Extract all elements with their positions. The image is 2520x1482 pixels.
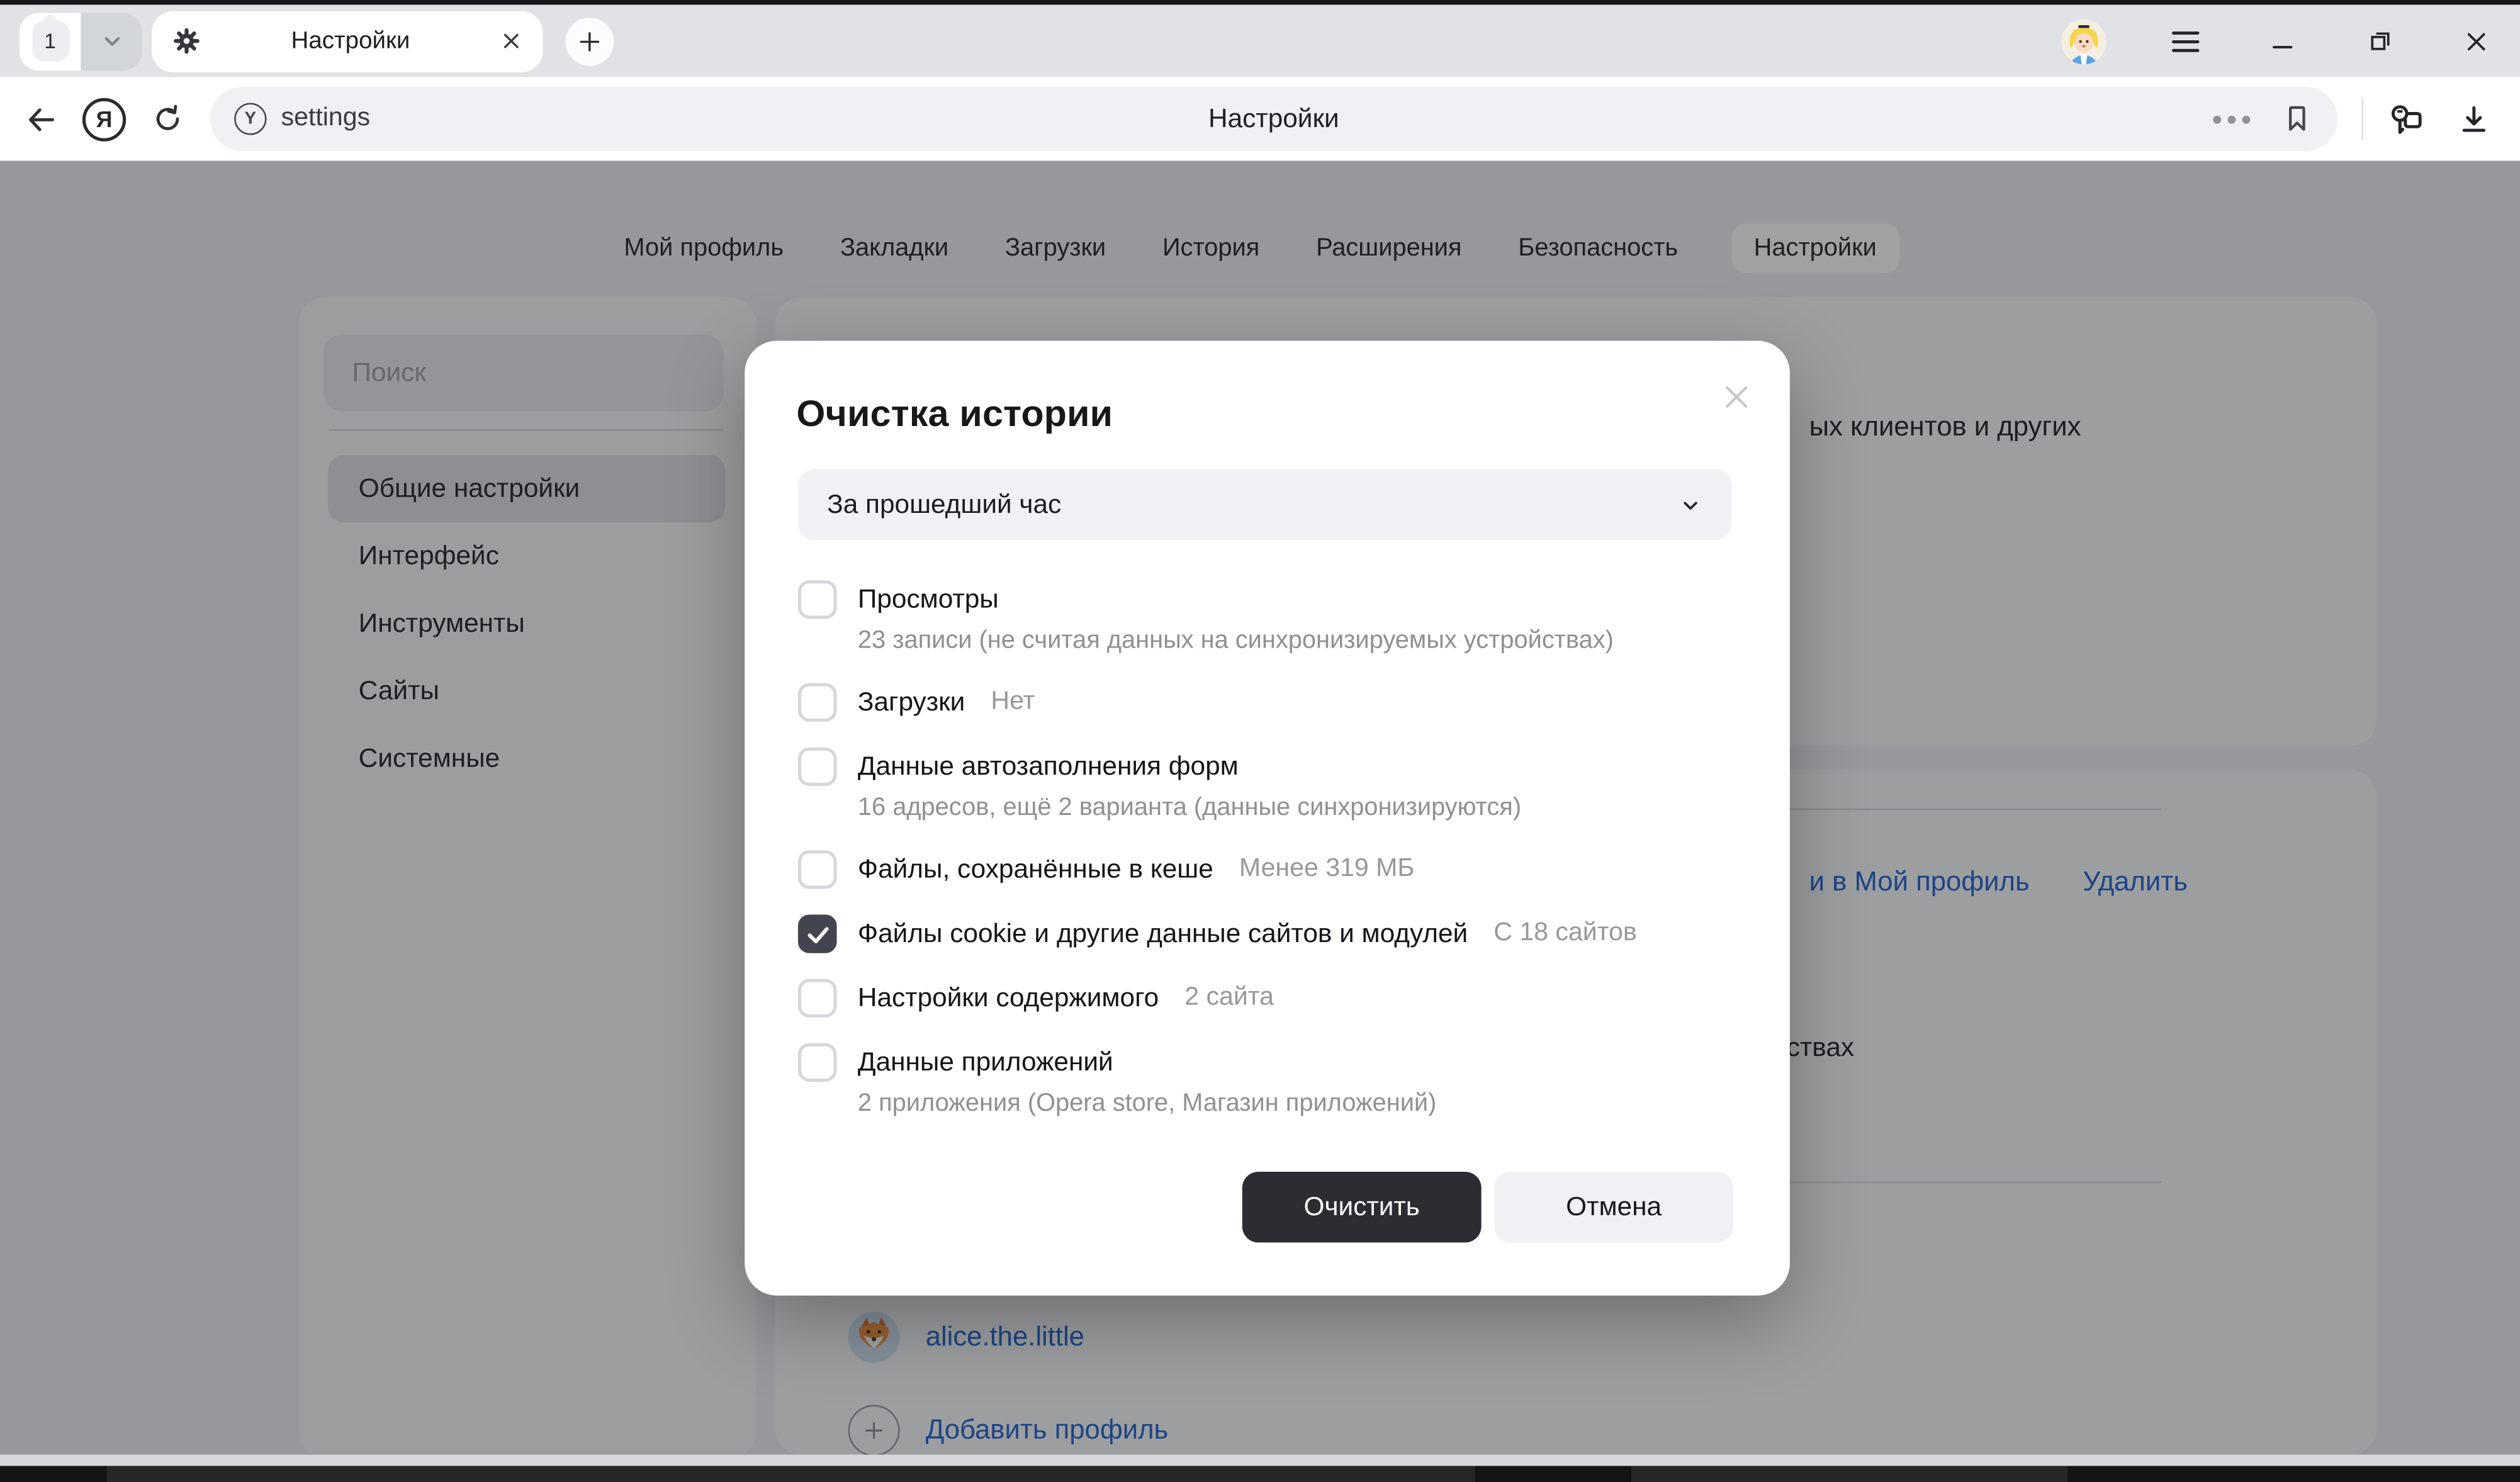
history-item-checkbox[interactable]	[798, 748, 837, 786]
history-item-checkbox[interactable]	[798, 683, 837, 722]
history-item-checkbox[interactable]	[798, 979, 837, 1018]
url-field[interactable]: Y settings Настройки	[210, 87, 2337, 151]
taskbar-sliver	[0, 1466, 2520, 1482]
history-item: Файлы, сохранённые в кеше Менее 319 МБ	[798, 850, 1732, 889]
tab-count: 1	[44, 29, 56, 53]
check-icon	[804, 920, 831, 947]
settings-favicon-icon: Y	[234, 103, 266, 135]
history-item-checkbox[interactable]	[798, 914, 837, 953]
refresh-button[interactable]	[150, 101, 186, 137]
window-bottom-edge	[0, 1455, 2520, 1466]
clear-history-modal: Очистка истории За прошедший час Просмо	[745, 340, 1790, 1295]
cancel-button[interactable]: Отмена	[1494, 1172, 1733, 1242]
tab-title: Настройки	[200, 27, 500, 54]
modal-title: Очистка истории	[796, 392, 1113, 435]
history-item: Файлы cookie и другие данные сайтов и мо…	[798, 914, 1732, 953]
history-item-checkbox[interactable]	[798, 580, 837, 619]
close-icon	[1721, 381, 1753, 413]
history-item-checkbox[interactable]	[798, 850, 837, 889]
url-text[interactable]: settings	[281, 104, 371, 133]
settings-page: Мой профиль Закладки Загрузки История Ра…	[0, 160, 2520, 1454]
history-item-label: Загрузки	[858, 687, 965, 718]
history-item-label: Данные приложений	[858, 1047, 1113, 1078]
history-item-subtext: 23 записи (не считая данных на синхрониз…	[858, 624, 1732, 658]
tab-list-dropdown-button[interactable]	[81, 12, 142, 70]
window-minimize-button[interactable]	[2264, 23, 2300, 59]
window-close-button[interactable]	[2458, 23, 2494, 59]
tab-close-icon[interactable]	[501, 31, 522, 52]
tab-counter-button[interactable]: 1	[20, 12, 81, 70]
history-item-label: Файлы cookie и другие данные сайтов и мо…	[858, 919, 1468, 950]
bookmark-icon[interactable]	[2281, 103, 2313, 135]
close-icon	[2463, 28, 2489, 54]
chevron-down-icon	[99, 29, 124, 53]
history-item-count: Нет	[991, 688, 1035, 717]
history-item-label: Просмотры	[858, 584, 999, 615]
gear-icon	[173, 27, 201, 54]
titlebar-right-cluster	[2061, 18, 2500, 64]
tab-bar: 1 Настройки	[0, 5, 2520, 77]
chevron-down-icon	[1679, 493, 1703, 517]
toolbar-divider	[2361, 98, 2363, 140]
history-item-label: Файлы, сохранённые в кеше	[858, 855, 1213, 885]
history-item-count: С 18 сайтов	[1493, 919, 1636, 948]
page-title: Настройки	[1208, 104, 1339, 135]
browser-window: 1 Настройки	[0, 0, 2520, 1482]
more-actions-icon[interactable]	[2213, 115, 2250, 123]
browser-menu-button[interactable]	[2168, 23, 2203, 59]
period-value: За прошедший час	[827, 490, 1061, 520]
tab-counter-badge: 1	[31, 21, 69, 61]
clear-button[interactable]: Очистить	[1242, 1172, 1482, 1242]
new-tab-button[interactable]	[565, 17, 614, 65]
address-bar: Я Y settings Настройки	[0, 77, 2520, 161]
history-item: Загрузки Нет	[798, 683, 1732, 722]
window-top-edge	[0, 0, 2520, 5]
history-items-list: Просмотры 23 записи (не считая данных на…	[798, 580, 1732, 1146]
modal-close-button[interactable]	[1719, 379, 1754, 415]
password-manager-icon[interactable]	[2388, 101, 2425, 138]
back-button[interactable]	[23, 101, 58, 137]
history-item: Данные автозаполнения форм 16 адресов, е…	[798, 748, 1732, 825]
period-select[interactable]: За прошедший час	[798, 469, 1732, 540]
history-item-checkbox[interactable]	[798, 1043, 837, 1082]
history-item-subtext: 16 адресов, ещё 2 варианта (данные синхр…	[858, 791, 1732, 825]
history-item-count: Менее 319 МБ	[1239, 855, 1414, 884]
history-item-label: Настройки содержимого	[858, 983, 1159, 1014]
back-arrow-icon	[23, 102, 57, 136]
user-avatar[interactable]	[2061, 18, 2107, 64]
window-restore-button[interactable]	[2361, 23, 2397, 59]
minimize-icon	[2270, 28, 2295, 54]
refresh-icon	[152, 103, 184, 135]
history-item-label: Данные автозаполнения форм	[858, 751, 1239, 782]
active-browser-tab[interactable]: Настройки	[152, 11, 543, 72]
history-item-subtext: 2 приложения (Opera store, Магазин прило…	[858, 1087, 1732, 1121]
history-item: Просмотры 23 записи (не считая данных на…	[798, 580, 1732, 658]
hamburger-icon	[2169, 26, 2202, 55]
history-item: Настройки содержимого 2 сайта	[798, 979, 1732, 1018]
tab-counter-group[interactable]: 1	[20, 12, 142, 70]
history-item: Данные приложений 2 приложения (Opera st…	[798, 1043, 1732, 1121]
plus-icon	[577, 28, 602, 54]
downloads-icon[interactable]	[2457, 102, 2491, 136]
restore-icon	[2366, 27, 2393, 54]
history-item-count: 2 сайта	[1184, 984, 1274, 1013]
yandex-logo-icon[interactable]: Я	[82, 98, 126, 141]
